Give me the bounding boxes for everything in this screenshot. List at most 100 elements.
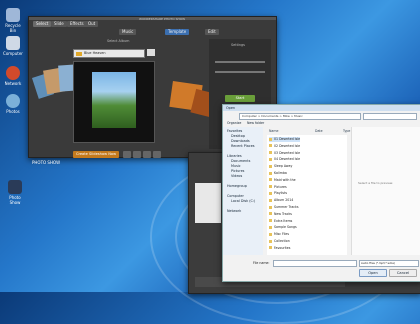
file-row[interactable]: Sleep Away (269, 164, 292, 169)
file-row[interactable]: Album 2014 (269, 198, 293, 203)
file-row[interactable]: 01 Deserted Isle (269, 137, 301, 142)
new-folder-button[interactable]: New folder (247, 121, 264, 125)
photo-preview-image[interactable] (92, 72, 136, 128)
search-field[interactable] (363, 113, 417, 120)
file-icon (269, 246, 272, 250)
file-row[interactable]: 02 Deserted Isle (269, 144, 300, 149)
address-bar[interactable]: Computer > Documents > Mike > Music (239, 113, 361, 120)
filetype-value: Audio Files (*.mp3;*.wma) (361, 262, 395, 265)
file-row[interactable]: 03 Deserted Isle (269, 151, 300, 156)
window-footer: PHOTO SHOW (32, 160, 61, 165)
file-row[interactable]: Summer Tracks (269, 205, 299, 210)
start-button[interactable]: Start (225, 95, 255, 102)
computer-icon[interactable] (6, 36, 20, 50)
preview-note: Select a file to preview. (358, 181, 393, 185)
album-select[interactable]: Blue Heaven (73, 49, 145, 58)
nav-recent[interactable]: Recent Places (231, 144, 255, 149)
photo-show-icon[interactable] (8, 180, 22, 194)
open-file-dialog: Open Computer > Documents > Mike > Music… (222, 104, 420, 282)
desktop-icon-label: Recycle Bin (5, 23, 21, 33)
file-row[interactable]: Collection (269, 239, 290, 244)
network-icon[interactable] (6, 66, 20, 80)
column-header-name[interactable]: Name (269, 129, 278, 133)
file-row[interactable]: Extra Items (269, 219, 292, 224)
photos-icon[interactable] (6, 94, 20, 108)
file-name: 02 Deserted Isle (274, 143, 301, 148)
secondary-side-panel (195, 183, 221, 223)
preview-pane: Select a file to preview. (351, 127, 420, 255)
file-icon (269, 144, 272, 148)
tab-template[interactable]: Template (165, 29, 190, 35)
tool-button[interactable] (133, 151, 141, 158)
tab-effects[interactable]: Effects (67, 21, 87, 27)
file-icon (269, 164, 272, 168)
file-icon (269, 137, 272, 141)
file-row[interactable]: 04 Deserted Isle (269, 157, 300, 162)
file-icon (269, 191, 272, 195)
file-icon (269, 178, 272, 182)
file-icon (269, 151, 272, 155)
slider-track[interactable] (215, 71, 265, 73)
desktop-icon-label: Photos (6, 109, 20, 114)
desktop-icon-label: Photo Show (9, 195, 21, 205)
file-icon (269, 205, 272, 209)
file-row[interactable]: Kalimba (269, 171, 287, 176)
file-row[interactable]: Maid with the (269, 178, 296, 183)
desktop-icon-label: Network (4, 81, 22, 86)
tool-button[interactable] (143, 151, 151, 158)
slider-track[interactable] (215, 61, 265, 63)
organize-button[interactable]: Organize (227, 121, 241, 125)
file-icon (269, 157, 272, 161)
file-row[interactable]: Misc Files (269, 232, 289, 237)
recycle-bin-icon[interactable] (6, 8, 20, 22)
file-list: 01 Deserted Isle 02 Deserted Isle 03 Deser… (267, 135, 347, 255)
tab-edit[interactable]: Edit (205, 29, 219, 35)
file-name: Pictures (274, 184, 287, 189)
file-name: 04 Deserted Isle (274, 157, 301, 162)
file-row[interactable]: New Tracks (269, 212, 292, 217)
file-name: Maid with the (274, 177, 296, 182)
file-row[interactable]: Playlists (269, 191, 287, 196)
open-button[interactable]: Open (359, 269, 387, 277)
file-name: Playlists (274, 191, 287, 196)
photo-preview-frame (73, 61, 155, 143)
filename-input[interactable] (273, 260, 357, 267)
file-name: Summer Tracks (274, 205, 299, 209)
album-label: Select Album (107, 39, 130, 43)
tab-slide[interactable]: Slide (51, 21, 67, 27)
album-select-value: Blue Heaven (84, 51, 106, 55)
nav-homegroup[interactable]: Homegroup (227, 184, 247, 189)
tool-button[interactable] (153, 151, 161, 158)
file-name: Favourites (274, 245, 291, 250)
nav-network[interactable]: Network (227, 209, 241, 214)
nav-local-disk[interactable]: Local Disk (C:) (231, 199, 255, 204)
nav-videos[interactable]: Videos (231, 174, 242, 179)
file-name: 01 Deserted Isle (274, 137, 301, 141)
file-icon (269, 212, 272, 216)
file-name: Misc Files (274, 232, 290, 237)
file-name: New Tracks (274, 211, 292, 216)
tab-music[interactable]: Music (119, 29, 137, 35)
tool-button[interactable] (123, 151, 131, 158)
navigation-pane: Favorites Desktop Downloads Recent Place… (223, 127, 263, 255)
convert-button[interactable]: Create Slideshow Now (73, 151, 119, 158)
file-row[interactable]: Pictures (269, 185, 287, 190)
album-menu-button[interactable] (147, 49, 155, 56)
dialog-titlebar: Open (223, 105, 420, 111)
file-icon (269, 239, 272, 243)
window-title: WONDERSHARE PHOTO SHOW (139, 17, 186, 21)
file-icon (269, 232, 272, 236)
tab-select[interactable]: Select (33, 21, 52, 27)
file-row[interactable]: Sample Songs (269, 225, 297, 230)
column-header-type[interactable]: Type (343, 129, 350, 133)
tab-out[interactable]: Out (85, 21, 99, 27)
cancel-button[interactable]: Cancel (389, 269, 417, 277)
file-name: Collection (274, 239, 290, 243)
file-name: 03 Deserted Isle (274, 150, 301, 155)
file-row[interactable]: Favourites (269, 246, 290, 251)
filetype-select[interactable]: Audio Files (*.mp3;*.wma) (359, 260, 419, 267)
address-text: Computer > Documents > Mike > Music (242, 114, 303, 118)
file-name: Extra Items (274, 218, 293, 223)
column-header-date[interactable]: Date (315, 129, 323, 133)
file-name: Album 2014 (274, 198, 294, 203)
